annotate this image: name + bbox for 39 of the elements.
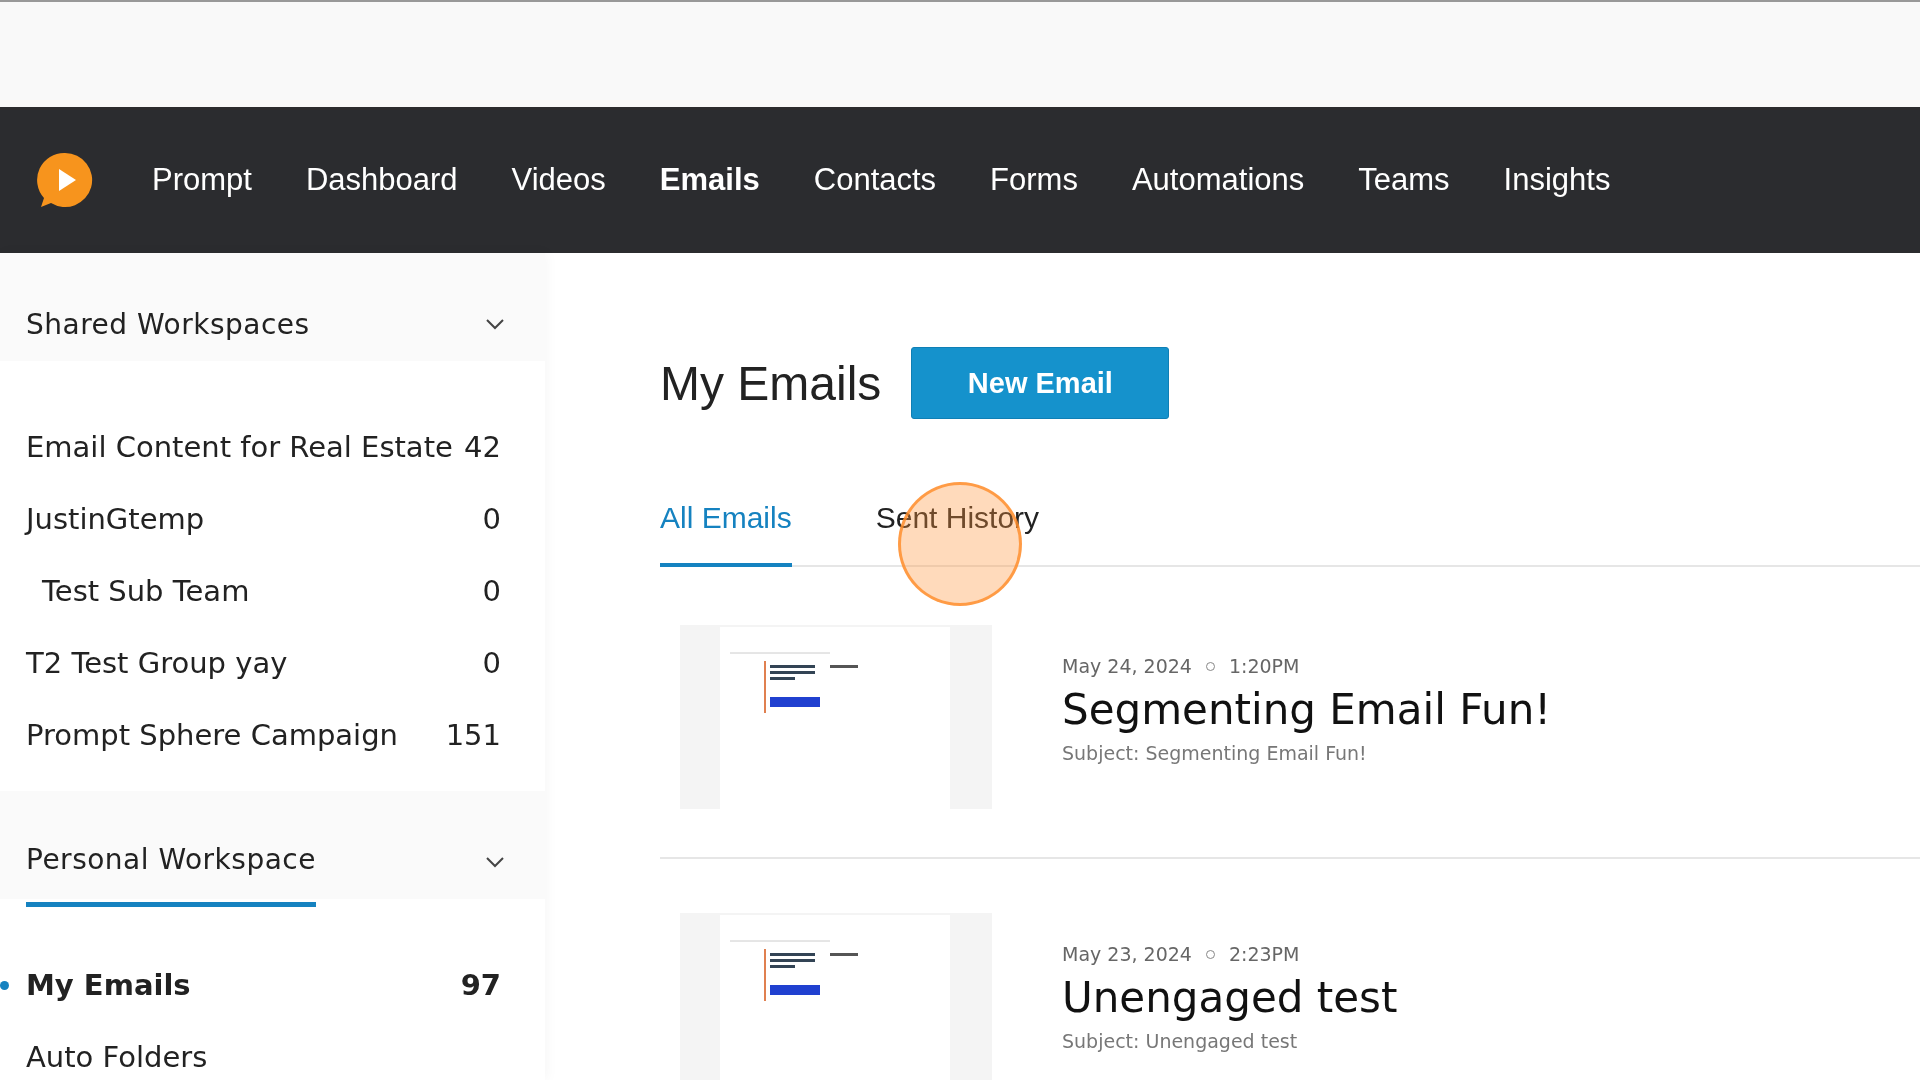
email-title[interactable]: Unengaged test — [1062, 973, 1398, 1022]
email-thumbnail[interactable] — [680, 913, 992, 1080]
selected-dot — [0, 981, 9, 990]
tab[interactable]: All Emails — [660, 501, 792, 567]
item-count: 42 — [464, 430, 501, 464]
item-count: 0 — [482, 502, 501, 536]
nav-link[interactable]: Insights — [1503, 162, 1611, 198]
email-date: May 24, 2024 — [1062, 655, 1192, 677]
item-count: 0 — [482, 646, 501, 680]
chevron-icon[interactable] — [485, 855, 505, 868]
item-count: 151 — [445, 718, 501, 752]
nav-link[interactable]: Videos — [511, 162, 606, 198]
nav-link[interactable]: Forms — [990, 162, 1078, 198]
nav-link[interactable]: Prompt — [152, 162, 252, 198]
email-date: May 23, 2024 — [1062, 943, 1192, 965]
section-header[interactable]: Shared Workspaces — [26, 307, 310, 341]
email-subject: Subject: Segmenting Email Fun! — [1062, 742, 1368, 764]
item-count: 0 — [482, 574, 501, 608]
email-time: 2:23PM — [1228, 943, 1300, 965]
chevron-icon[interactable] — [485, 317, 505, 330]
email-title[interactable]: Segmenting Email Fun! — [1062, 685, 1552, 734]
sidebar-item[interactable]: My Emails 97 — [0, 949, 545, 1021]
email-thumbnail[interactable] — [680, 625, 992, 809]
email-subject: Subject: Unengaged test — [1062, 1030, 1299, 1052]
nav-link[interactable]: Emails — [659, 162, 760, 198]
nav-link[interactable]: Dashboard — [305, 162, 458, 198]
sidebar-item[interactable]: JustinGtemp 0 — [0, 483, 545, 555]
page-title: My Emails — [660, 355, 882, 411]
sidebar-item[interactable]: Prompt Sphere Campaign 151 — [0, 699, 545, 771]
sidebar-item[interactable]: Test Sub Team 0 — [0, 555, 545, 627]
email-time: 1:20PM — [1228, 655, 1300, 677]
sidebar-item[interactable]: T2 Test Group yay 0 — [0, 627, 545, 699]
nav-link[interactable]: Automations — [1131, 162, 1305, 198]
sidebar-item[interactable]: Email Content for Real Estate 42 — [0, 411, 545, 483]
sidebar-item[interactable]: Auto Folders — [0, 1021, 545, 1080]
nav-link[interactable]: Teams — [1358, 162, 1450, 198]
nav-link[interactable]: Contacts — [813, 162, 937, 198]
item-count: 97 — [460, 968, 501, 1002]
play-logo-icon[interactable] — [36, 151, 94, 209]
